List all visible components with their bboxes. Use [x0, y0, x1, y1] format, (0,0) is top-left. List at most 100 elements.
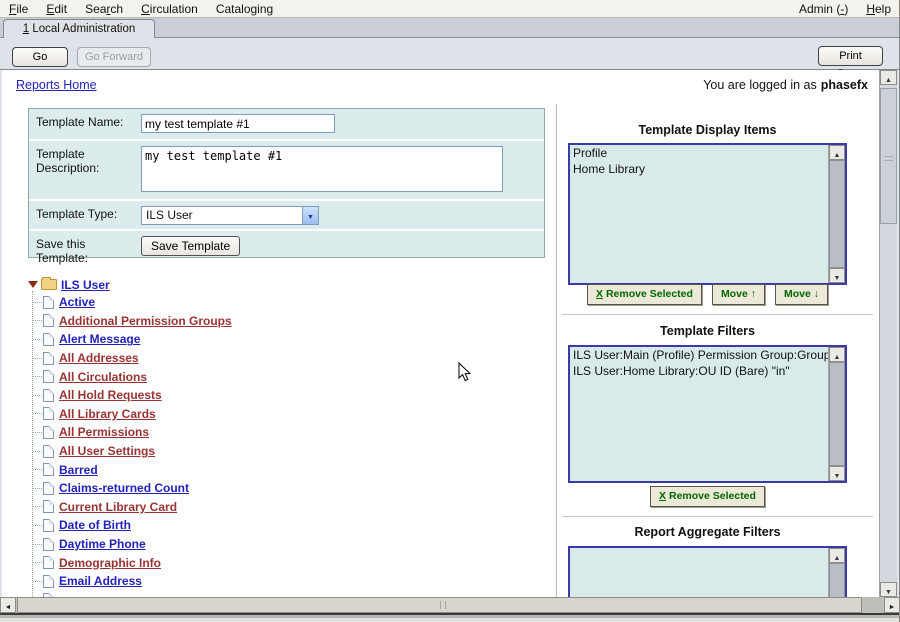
menu-file[interactable]: File: [0, 1, 37, 17]
section-separator: [562, 516, 873, 517]
tree-item[interactable]: Claims-returned Count: [28, 479, 548, 498]
document-icon: [43, 389, 54, 402]
scrollbar-thumb[interactable]: [17, 597, 862, 613]
tree-item[interactable]: All User Settings: [28, 442, 548, 461]
scroll-down-button[interactable]: ▼: [829, 268, 845, 283]
scroll-up-button[interactable]: ▲: [829, 347, 845, 362]
username: phasefx: [821, 78, 868, 92]
horizontal-scrollbar[interactable]: ◄ ►: [0, 597, 900, 613]
listbox-scrollbar[interactable]: ▲ ▼: [828, 347, 845, 481]
document-icon: [43, 333, 54, 346]
expanded-triangle-icon[interactable]: [28, 281, 38, 288]
list-item[interactable]: ILS User:Main (Profile) Permission Group…: [570, 347, 828, 363]
listbox-scrollbar[interactable]: ▲ ▼: [828, 145, 845, 283]
menu-circulation[interactable]: Circulation: [132, 1, 207, 17]
tree-item[interactable]: Alert Message: [28, 330, 548, 349]
tree-item-link[interactable]: Demographic Info: [59, 556, 161, 570]
display-items-listbox[interactable]: Profile Home Library ▲ ▼: [568, 143, 847, 285]
menu-cataloging[interactable]: Cataloging: [207, 1, 282, 17]
scrollbar-thumb[interactable]: [829, 362, 845, 466]
tree-item-link[interactable]: All Permissions: [59, 425, 149, 439]
tree-item-link[interactable]: All Circulations: [59, 370, 147, 384]
go-back-button[interactable]: Go Back: [12, 47, 68, 67]
document-icon: [43, 426, 54, 439]
tree-item-link[interactable]: All Hold Requests: [59, 388, 162, 402]
menu-help[interactable]: Help: [857, 1, 900, 17]
template-description-field[interactable]: my test template #1: [141, 146, 503, 192]
tree-item-link[interactable]: Date of Birth: [59, 518, 131, 532]
template-type-select[interactable]: ILS User ▼: [141, 206, 319, 225]
tree-root-row[interactable]: ILS User: [28, 276, 548, 293]
print-page-button[interactable]: Print Page: [818, 46, 883, 66]
menu-edit[interactable]: Edit: [37, 1, 76, 17]
aggregate-filters-listbox[interactable]: ▲ ▼: [568, 546, 847, 597]
tree-item-link[interactable]: Alert Message: [59, 332, 140, 346]
save-template-label: Save this Template:: [29, 231, 141, 257]
scroll-up-button[interactable]: ▲: [829, 145, 845, 160]
template-filters-listbox[interactable]: ILS User:Main (Profile) Permission Group…: [568, 345, 847, 483]
tree-item[interactable]: Additional Permission Groups: [28, 312, 548, 331]
scroll-right-button[interactable]: ►: [884, 597, 900, 613]
window-bottom-edge: [0, 613, 900, 622]
form-row-name: Template Name:: [29, 109, 544, 139]
tree-item[interactable]: Demographic Info: [28, 553, 548, 572]
scroll-left-button[interactable]: ◄: [0, 597, 16, 613]
tree-item[interactable]: Barred: [28, 460, 548, 479]
template-name-label: Template Name:: [29, 109, 141, 139]
tab-strip: 1 Local Administration: [0, 18, 900, 38]
tree-item-link[interactable]: Active: [59, 295, 95, 309]
folder-icon: [41, 279, 57, 290]
list-item[interactable]: Profile: [570, 145, 828, 161]
tree-item[interactable]: All Hold Requests: [28, 386, 548, 405]
menu-search[interactable]: Search: [76, 1, 132, 17]
tree-item-link[interactable]: Additional Permission Groups: [59, 314, 232, 328]
list-item[interactable]: Home Library: [570, 161, 828, 177]
document-icon: [43, 314, 54, 327]
template-filters-title: Template Filters: [568, 324, 847, 338]
template-description-label: Template Description:: [29, 141, 141, 199]
vertical-scrollbar[interactable]: ▲ ▼: [879, 70, 897, 597]
tree-item-link[interactable]: Claims-returned Count: [59, 481, 189, 495]
tree-item-link[interactable]: Barred: [59, 463, 98, 477]
tree-item-link[interactable]: Daytime Phone: [59, 537, 146, 551]
tree-item[interactable]: All Library Cards: [28, 405, 548, 424]
scroll-up-button[interactable]: ▲: [829, 548, 845, 563]
tree-root-link[interactable]: ILS User: [61, 278, 110, 292]
reports-home-link[interactable]: Reports Home: [16, 78, 97, 92]
list-item[interactable]: ILS User:Home Library:OU ID (Bare) "in": [570, 363, 828, 379]
tree-item-link[interactable]: Current Library Card: [59, 500, 177, 514]
scrollbar-thumb[interactable]: [829, 160, 845, 268]
tree-item-link[interactable]: All Library Cards: [59, 407, 156, 421]
dropdown-arrow-icon[interactable]: ▼: [302, 207, 318, 224]
tree-item[interactable]: Current Library Card: [28, 498, 548, 517]
scroll-down-button[interactable]: ▼: [880, 582, 897, 597]
remove-selected-button[interactable]: X Remove Selected: [650, 486, 765, 507]
scrollbar-thumb[interactable]: [829, 563, 845, 597]
tree-item[interactable]: All Permissions: [28, 423, 548, 442]
scrollbar-thumb[interactable]: [880, 88, 897, 224]
template-name-field[interactable]: [141, 114, 335, 133]
save-template-button[interactable]: Save Template: [141, 236, 240, 256]
tree-item[interactable]: Active: [28, 293, 548, 312]
content-area: Reports Home You are logged in asphasefx…: [2, 70, 880, 597]
scroll-up-button[interactable]: ▲: [880, 70, 897, 85]
document-icon: [43, 556, 54, 569]
menu-admin[interactable]: Admin (-): [790, 1, 857, 17]
scroll-down-button[interactable]: ▼: [829, 466, 845, 481]
tree-item[interactable]: Email Address: [28, 572, 548, 591]
tab-local-administration[interactable]: 1 Local Administration: [3, 19, 155, 39]
section-separator: [562, 314, 873, 315]
listbox-scrollbar[interactable]: ▲ ▼: [828, 548, 845, 597]
display-items-title: Template Display Items: [568, 123, 847, 137]
tree-item-link[interactable]: Email Address: [59, 574, 142, 588]
mouse-cursor: [458, 362, 472, 383]
tree-item-link[interactable]: All User Settings: [59, 444, 155, 458]
tree-item[interactable]: Daytime Phone: [28, 535, 548, 554]
tree-item-link[interactable]: All Addresses: [59, 351, 139, 365]
template-type-label: Template Type:: [29, 201, 141, 229]
move-down-button[interactable]: Move ↓: [775, 284, 828, 305]
move-up-button[interactable]: Move ↑: [712, 284, 765, 305]
document-icon: [43, 370, 54, 383]
tree-item[interactable]: Date of Birth: [28, 516, 548, 535]
remove-selected-button[interactable]: X Remove Selected: [587, 284, 702, 305]
